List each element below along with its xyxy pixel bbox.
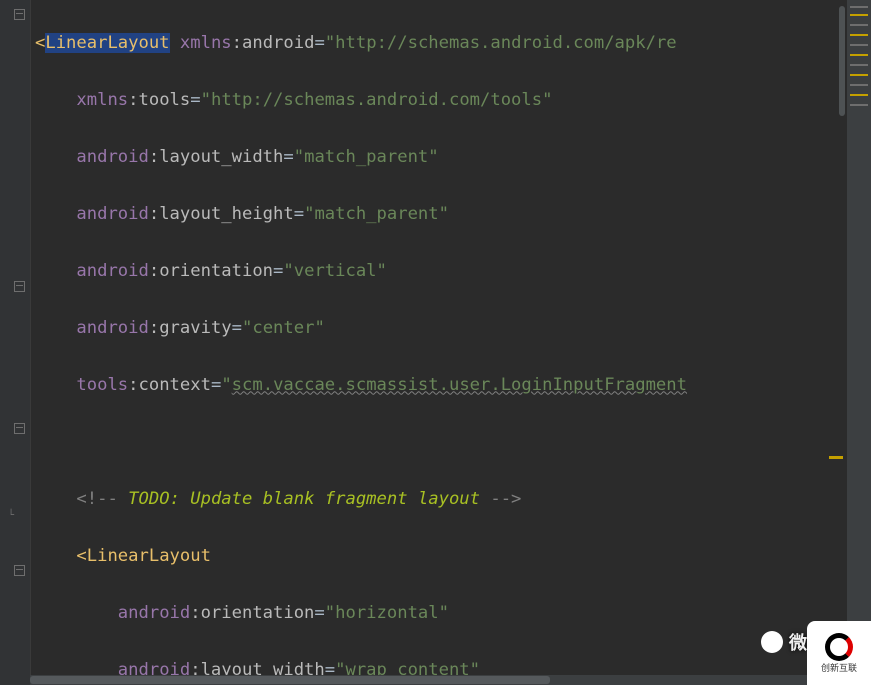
- fold-icon[interactable]: [14, 281, 25, 294]
- minimap[interactable]: [847, 0, 871, 685]
- attr-layout-width: match_parent: [304, 147, 428, 167]
- comment-todo: TODO: Update blank fragment layout: [128, 489, 480, 509]
- fold-end-icon[interactable]: └: [8, 510, 20, 522]
- horizontal-scrollbar-thumb[interactable]: [30, 676, 550, 684]
- tag-linearlayout-child: LinearLayout: [87, 546, 211, 566]
- attr-layout-height: match_parent: [314, 204, 438, 224]
- comment-close: -->: [490, 489, 521, 509]
- comment-open: <!--: [76, 489, 117, 509]
- vertical-scrollbar[interactable]: [839, 6, 845, 116]
- attr-gravity: center: [252, 318, 314, 338]
- gutter: └: [0, 0, 31, 685]
- corner-text: 创新互联: [821, 661, 857, 674]
- attr-orientation: vertical: [294, 261, 377, 281]
- fold-icon[interactable]: [14, 565, 25, 578]
- code-editor[interactable]: └ <LinearLayout xmlns:android="http://sc…: [0, 0, 871, 685]
- wechat-icon: [761, 631, 783, 653]
- attr-tools-context: scm.vaccae.scmassist.user.LoginInputFrag…: [232, 375, 687, 395]
- logo-ring-icon: [825, 633, 853, 661]
- xmlns-android: http://schemas.android.com/apk/re: [335, 33, 676, 53]
- warning-marker[interactable]: [829, 456, 843, 459]
- corner-logo: 创新互联: [807, 621, 871, 685]
- tag-linearlayout: LinearLayout: [45, 33, 169, 53]
- fold-icon[interactable]: [14, 423, 25, 436]
- xmlns-tools: http://schemas.android.com/tools: [211, 90, 542, 110]
- code-content[interactable]: <LinearLayout xmlns:android="http://sche…: [31, 0, 871, 685]
- horizontal-scrollbar[interactable]: [30, 675, 847, 685]
- child-orientation: horizontal: [335, 603, 438, 623]
- fold-icon[interactable]: [14, 9, 25, 22]
